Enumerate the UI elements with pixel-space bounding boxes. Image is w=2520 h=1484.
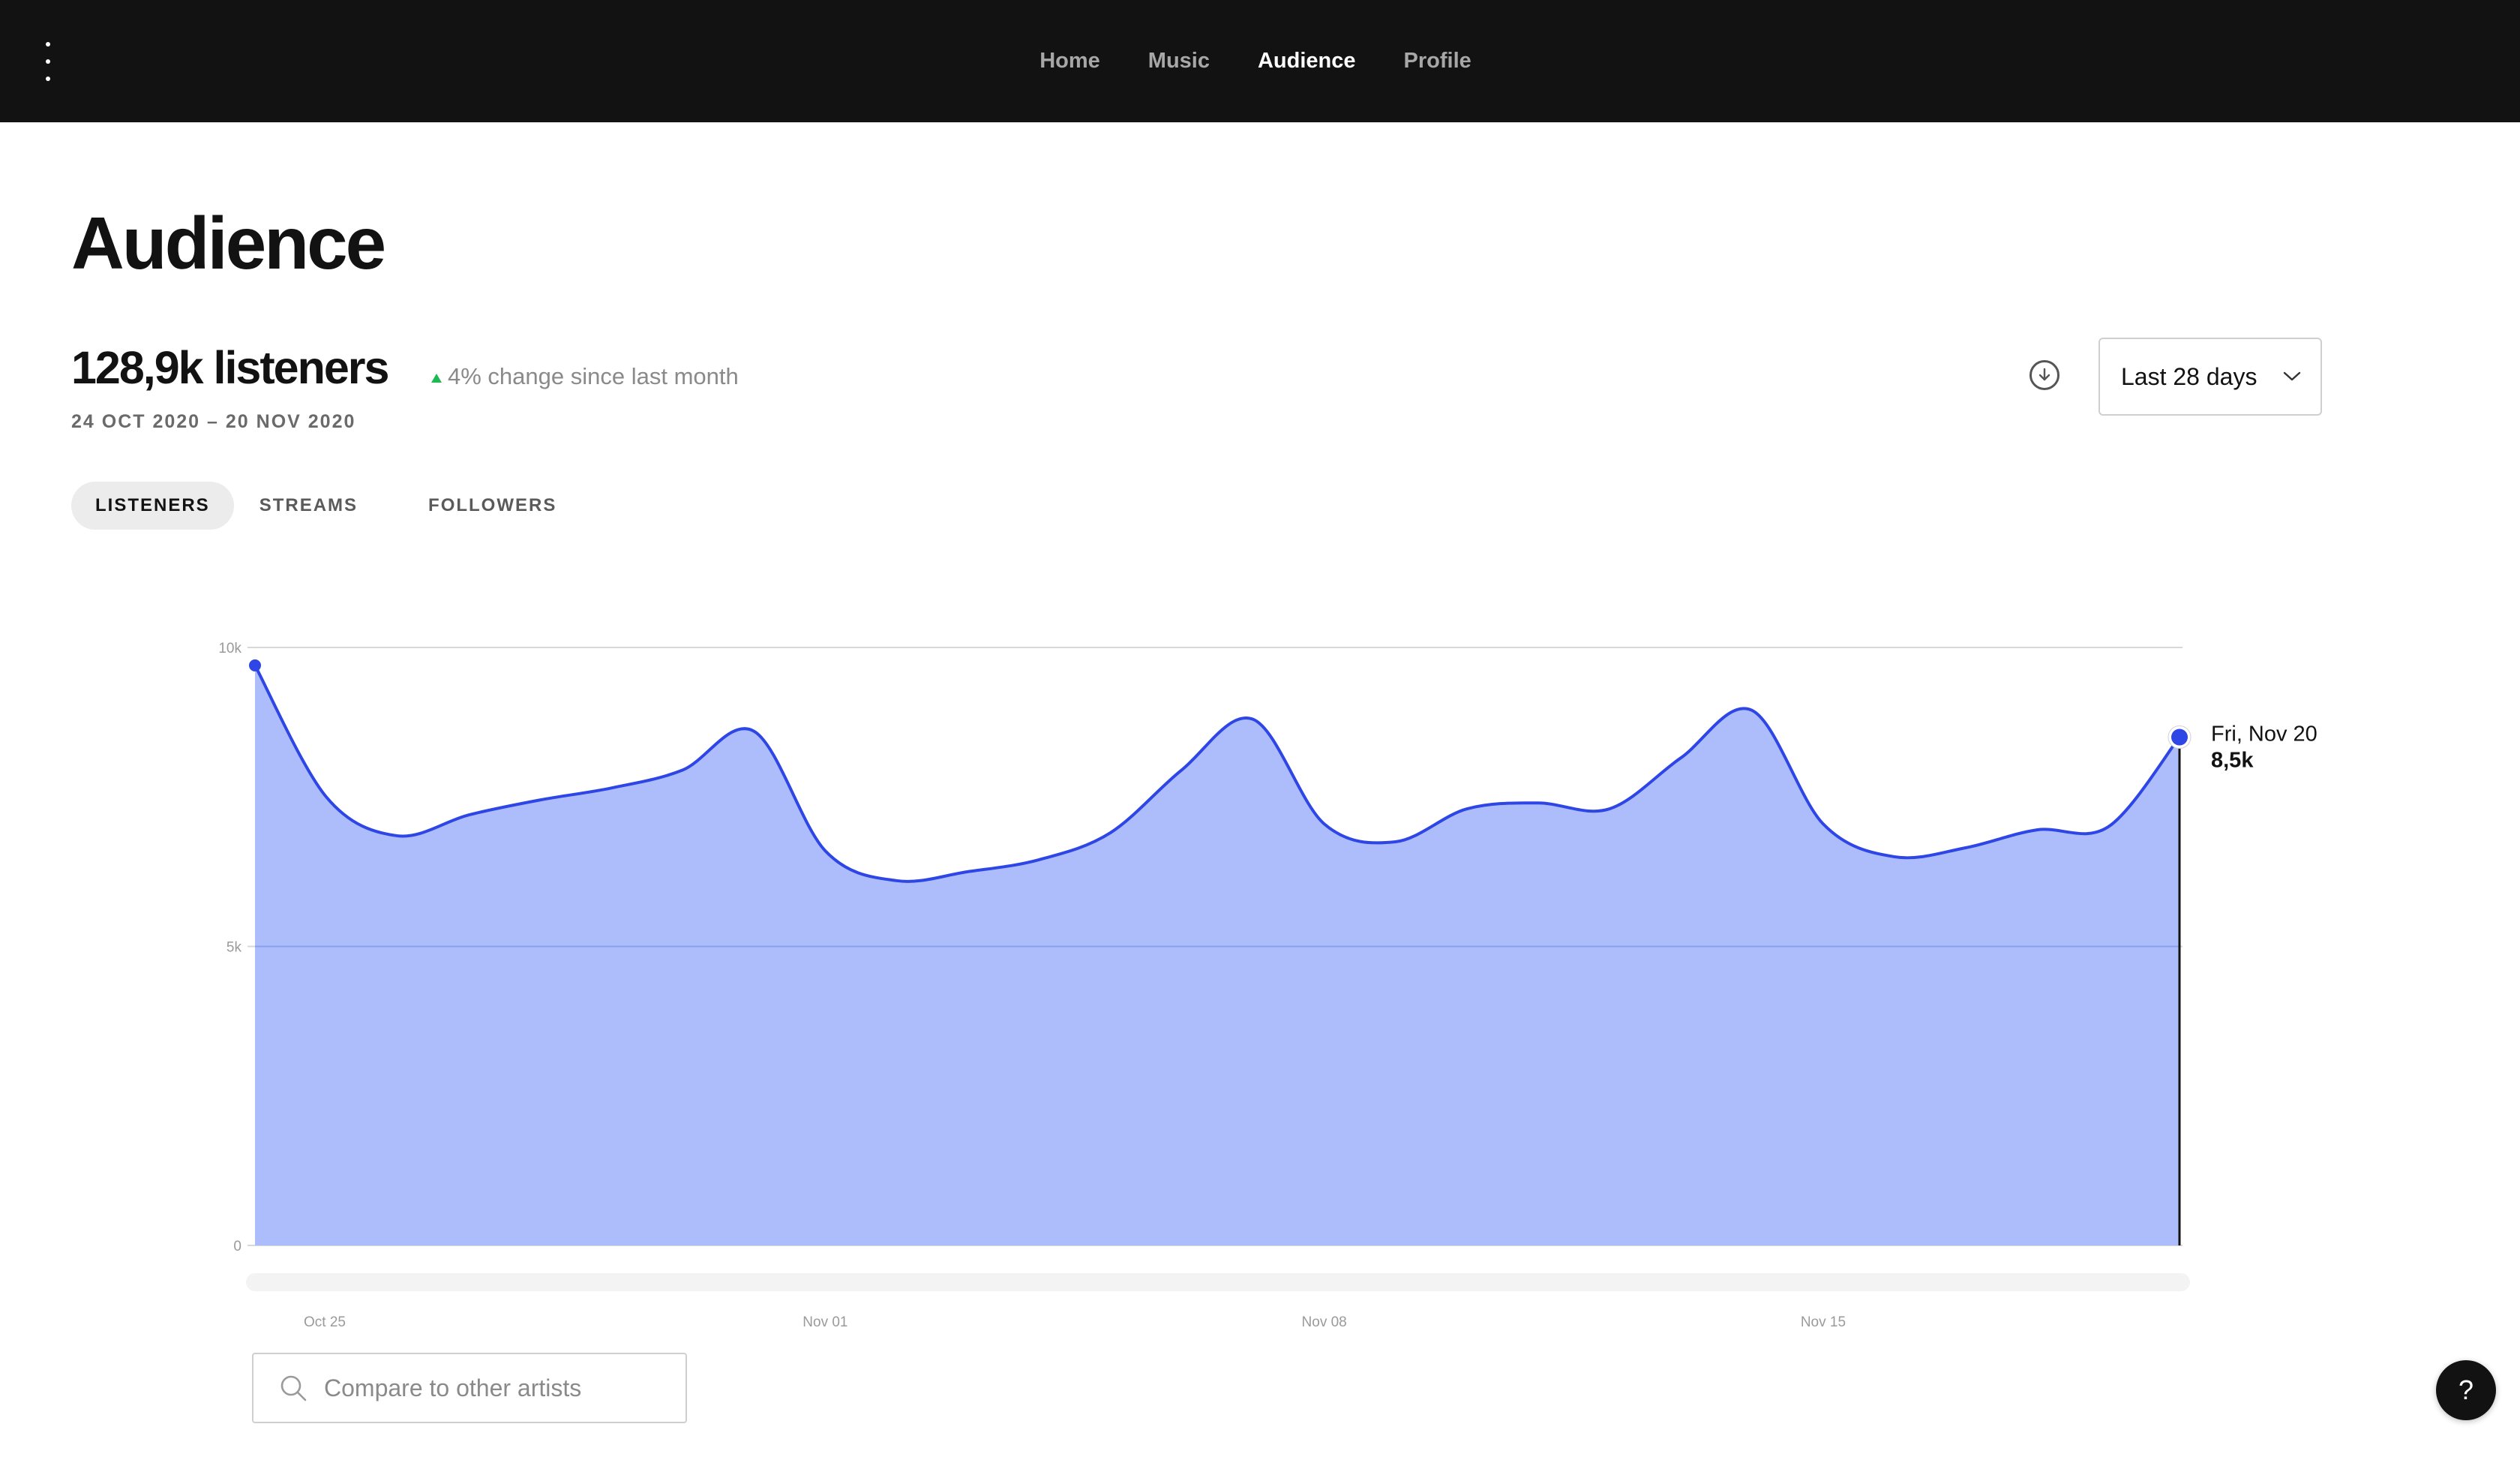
change-text: 4% change since last month [448,363,739,389]
chart-grid [248,647,2182,1246]
chart-tooltip: Fri, Nov 208,5k [2168,722,2318,1245]
nav-item-music[interactable]: Music [1148,49,1210,74]
y-tick-label: 0 [233,1239,242,1254]
download-glyph [2038,368,2050,381]
date-range-select[interactable]: Last 28 days [2098,338,2322,416]
chevron-down-icon [2283,371,2301,381]
compare-search[interactable] [252,1353,687,1423]
page-title: Audience [71,202,386,284]
tooltip-date: Fri, Nov 20 [2211,722,2318,747]
date-range: 24 OCT 2020 – 20 NOV 2020 [71,411,356,432]
x-tick-label: Nov 01 [802,1314,848,1330]
nav-item-audience[interactable]: Audience [1258,49,1356,74]
chart-scrollbar[interactable] [246,1273,2190,1291]
y-tick-label: 5k [226,940,242,956]
search-icon [280,1375,307,1401]
listeners-count: 128,9k listeners [71,342,389,393]
x-tick-label: Nov 08 [1302,1314,1347,1330]
data-point-start [249,659,261,671]
tooltip-point [2171,728,2188,746]
tab-listeners[interactable]: LISTENERS [71,482,234,530]
nav-item-home[interactable]: Home [1040,49,1100,74]
y-tick-label: 10k [218,641,242,656]
tooltip-point-halo [2168,725,2192,750]
metric-tabs: LISTENERS STREAMS FOLLOWERS [71,482,580,530]
main-nav: Home Music Audience Profile [0,0,2520,122]
area-fill [255,665,2180,1245]
series-line [254,664,2181,883]
date-range-select-value: Last 28 days [2121,362,2258,390]
help-button[interactable]: ? [2436,1360,2496,1420]
download-icon[interactable] [2030,360,2060,390]
chart-points [249,659,261,671]
chart-x-axis: Oct 25 Nov 01 Nov 08 Nov 15 [304,1314,1846,1330]
compare-artists-input[interactable] [322,1373,656,1403]
x-tick-label: Oct 25 [304,1314,346,1330]
tab-streams[interactable]: STREAMS [236,482,382,530]
x-tick-label: Nov 15 [1801,1314,1846,1330]
change-indicator: 4% change since last month [431,363,739,390]
nav-item-profile[interactable]: Profile [1404,49,1472,74]
chart-area [254,664,2181,1245]
tooltip-value: 8,5k [2211,749,2254,773]
top-bar: Home Music Audience Profile [0,0,2520,122]
tab-followers[interactable]: FOLLOWERS [404,482,580,530]
arrow-up-icon [431,374,442,383]
chart-y-axis: 0 5k 10k [218,641,242,1254]
